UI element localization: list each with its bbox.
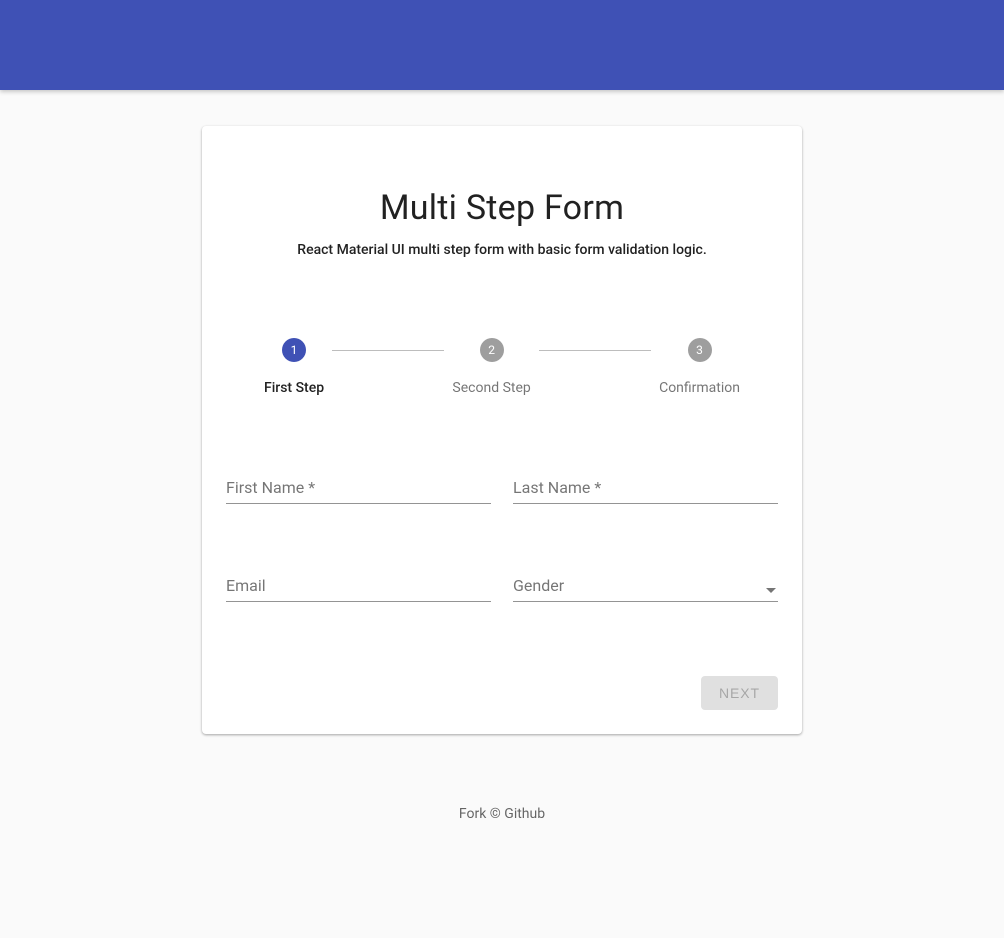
content-container: Multi Step Form React Material UI multi … [202, 126, 802, 822]
step-confirmation: 3 Confirmation [659, 338, 740, 396]
first-name-field[interactable]: First Name * [226, 472, 491, 504]
page-subtitle: React Material UI multi step form with b… [226, 242, 778, 258]
step-label-1: First Step [264, 380, 324, 396]
step-first: 1 First Step [264, 338, 324, 396]
stepper: 1 First Step 2 Second Step 3 Confirmatio… [226, 338, 778, 396]
step-connector [539, 350, 651, 351]
email-input[interactable] [226, 575, 491, 601]
footer-fork-link[interactable]: Fork [459, 806, 486, 822]
step-circle-2: 2 [480, 338, 504, 362]
step-circle-3: 3 [688, 338, 712, 362]
form-actions: Next [226, 676, 778, 710]
first-name-input[interactable] [226, 477, 491, 503]
last-name-input[interactable] [513, 477, 778, 503]
step-label-2: Second Step [452, 380, 530, 396]
chevron-down-icon [766, 588, 776, 593]
step-circle-1: 1 [282, 338, 306, 362]
footer-github-link[interactable]: Github [504, 806, 545, 822]
form-card: Multi Step Form React Material UI multi … [202, 126, 802, 734]
footer: Fork © Github [202, 806, 802, 822]
gender-label: Gender [513, 576, 564, 595]
step-connector [332, 350, 444, 351]
footer-copy: © [490, 806, 501, 822]
email-field[interactable]: Email [226, 570, 491, 602]
step-label-3: Confirmation [659, 380, 740, 396]
page-title: Multi Step Form [226, 188, 778, 228]
gender-field[interactable]: Gender [513, 570, 778, 602]
appbar [0, 0, 1004, 90]
next-button[interactable]: Next [701, 676, 778, 710]
last-name-field[interactable]: Last Name * [513, 472, 778, 504]
form-grid: First Name * Last Name * Email Gender [226, 472, 778, 602]
step-second: 2 Second Step [452, 338, 530, 396]
